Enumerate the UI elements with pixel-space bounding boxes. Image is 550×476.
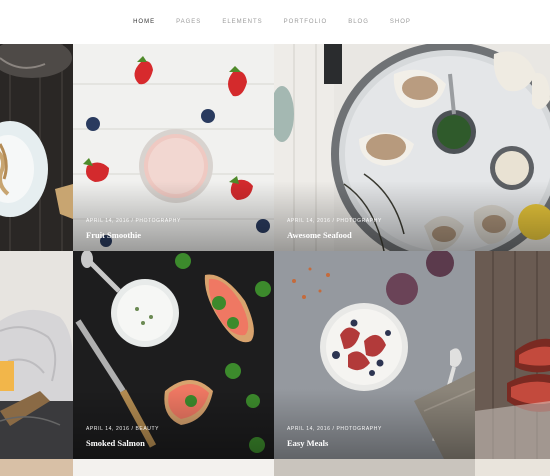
tile-row3-b[interactable] [73, 459, 274, 476]
post-meta: APRIL 14, 2016 / BEAUTY [86, 426, 160, 432]
drinks-photo [0, 251, 73, 459]
post-meta: APRIL 14, 2016 / PHOTOGRAPHY [287, 218, 382, 224]
nav-portfolio[interactable]: PORTFOLIO [284, 19, 328, 25]
post-easy-meals[interactable]: APRIL 14, 2016 / PHOTOGRAPHY Easy Meals [274, 251, 475, 459]
nav-pages[interactable]: PAGES [176, 19, 201, 25]
caption-gradient [73, 389, 274, 459]
tile-row3-a[interactable] [0, 459, 73, 476]
steak-photo [475, 251, 550, 459]
post-smoked-salmon[interactable]: APRIL 14, 2016 / BEAUTY Smoked Salmon [73, 251, 274, 459]
post-meta: APRIL 14, 2016 / PHOTOGRAPHY [86, 218, 181, 224]
post-title[interactable]: Fruit Smoothie [86, 230, 141, 240]
nav-blog[interactable]: BLOG [348, 19, 369, 25]
caption-gradient [73, 181, 274, 251]
caption-gradient [274, 181, 550, 251]
tile-drinks-partial[interactable] [0, 251, 73, 459]
post-title[interactable]: Awesome Seafood [287, 230, 352, 240]
nav-home[interactable]: HOME [133, 19, 155, 25]
nav-menu: HOME PAGES ELEMENTS PORTFOLIO BLOG SHOP [133, 19, 411, 25]
tile-row3-c[interactable] [274, 459, 475, 476]
post-title[interactable]: Smoked Salmon [86, 438, 145, 448]
post-fruit-smoothie[interactable]: APRIL 14, 2016 / PHOTOGRAPHY Fruit Smoot… [73, 44, 274, 251]
post-title[interactable]: Easy Meals [287, 438, 328, 448]
top-navigation: HOME PAGES ELEMENTS PORTFOLIO BLOG SHOP [0, 0, 550, 44]
portfolio-grid: APRIL 14, 2016 / PHOTOGRAPHY Fruit Smoot… [0, 44, 550, 476]
tile-steak-partial[interactable] [475, 251, 550, 459]
caption-gradient [274, 389, 475, 459]
post-meta: APRIL 14, 2016 / PHOTOGRAPHY [287, 426, 382, 432]
post-awesome-seafood[interactable]: APRIL 14, 2016 / PHOTOGRAPHY Awesome Sea… [274, 44, 550, 251]
nav-shop[interactable]: SHOP [390, 19, 411, 25]
nav-elements[interactable]: ELEMENTS [222, 19, 262, 25]
tile-pasta-partial[interactable] [0, 44, 73, 251]
pasta-photo [0, 44, 73, 251]
tile-row3-d[interactable] [475, 459, 550, 476]
